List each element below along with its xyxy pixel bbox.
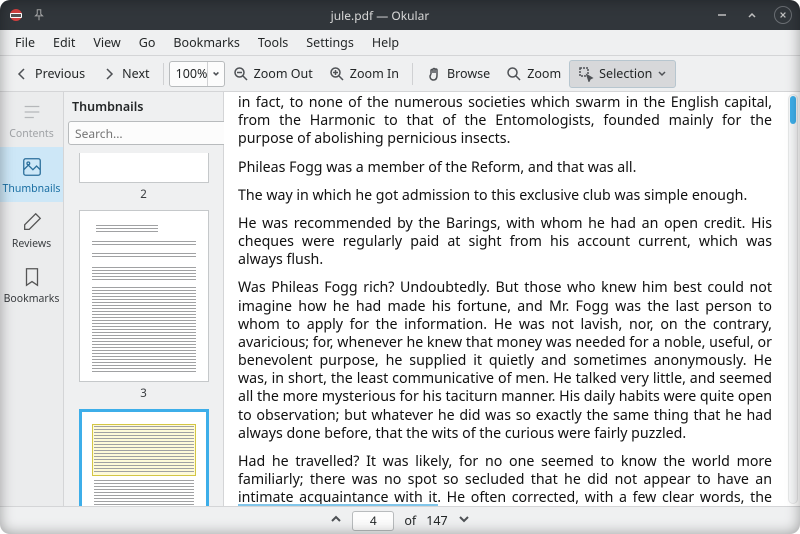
thumbnails-pane: Thumbnails 2 3 [64, 92, 224, 506]
thumbnail-page-2-number: 2 [70, 187, 217, 202]
thumbnail-page-2[interactable] [79, 153, 209, 183]
previous-label: Previous [35, 65, 85, 82]
reviews-label: Reviews [0, 237, 63, 251]
app-icon [8, 7, 24, 23]
next-label: Next [122, 65, 149, 82]
browse-label: Browse [447, 65, 490, 82]
page-navigation-bar: 4 of 147 [0, 506, 800, 534]
document-view[interactable]: in fact, to none of the numerous societi… [224, 92, 800, 506]
selection-icon [578, 66, 594, 82]
zoom-tool-label: Zoom [527, 65, 561, 82]
chevron-right-icon [101, 66, 117, 82]
close-button[interactable] [774, 6, 792, 24]
page-total: 147 [426, 512, 447, 529]
zoom-in-icon [329, 66, 345, 82]
menubar: File Edit View Go Bookmarks Tools Settin… [0, 30, 800, 56]
chevron-left-icon [14, 66, 30, 82]
bookmark-icon [20, 265, 44, 289]
chevron-down-icon [657, 66, 667, 82]
browse-button[interactable]: Browse [418, 60, 498, 88]
zoom-in-label: Zoom In [350, 65, 399, 82]
sidebar-tab-contents: Contents [0, 92, 63, 147]
scrollbar-thumb[interactable] [790, 96, 796, 124]
toolbar: Previous Next 100% Zoom Out Zoom In Brow… [0, 56, 800, 92]
pin-icon[interactable] [32, 8, 46, 22]
thumbnails-pane-title: Thumbnails [64, 92, 223, 121]
menu-help[interactable]: Help [363, 31, 408, 54]
sidebar-tab-bookmarks[interactable]: Bookmarks [0, 257, 63, 312]
zoom-value: 100% [176, 65, 208, 82]
reviews-icon [20, 210, 44, 234]
scrollbar-track[interactable] [788, 94, 798, 504]
sidebar-tab-reviews[interactable]: Reviews [0, 202, 63, 257]
contents-label: Contents [0, 127, 63, 141]
vertical-scrollbar[interactable] [788, 94, 798, 504]
paragraph: The way in which he got admission to thi… [238, 187, 772, 205]
selection-button[interactable]: Selection [569, 60, 676, 88]
previous-button[interactable]: Previous [6, 60, 93, 88]
menu-tools[interactable]: Tools [249, 31, 297, 54]
zoom-level-field[interactable]: 100% [169, 61, 225, 87]
toolbar-separator [412, 63, 413, 85]
bookmarks-label: Bookmarks [0, 292, 63, 306]
thumbnail-page-4[interactable] [79, 409, 209, 506]
thumbnails-label: Thumbnails [0, 182, 63, 196]
thumbnail-list[interactable]: 2 3 [64, 151, 223, 506]
page-up-button[interactable] [330, 512, 342, 529]
zoom-out-label: Zoom Out [254, 65, 313, 82]
next-button[interactable]: Next [93, 60, 157, 88]
paragraph: Had he travelled? It was likely, for no … [238, 453, 772, 506]
page-number-field[interactable]: 4 [352, 511, 394, 531]
maximize-button[interactable] [744, 7, 760, 23]
window-title: jule.pdf — Okular [46, 7, 714, 24]
zoom-tool-icon [506, 66, 522, 82]
menu-bookmarks[interactable]: Bookmarks [164, 31, 248, 54]
selection-label: Selection [599, 65, 652, 82]
paragraph: Was Phileas Fogg rich? Undoubtedly. But … [238, 279, 772, 443]
zoom-out-button[interactable]: Zoom Out [225, 60, 321, 88]
paragraph: He was recommended by the Barings, with … [238, 215, 772, 270]
menu-settings[interactable]: Settings [297, 31, 363, 54]
paragraph: Phileas Fogg was a member of the Reform,… [238, 159, 772, 177]
page-down-button[interactable] [458, 512, 470, 529]
page-of-label: of [404, 512, 416, 529]
main-area: Contents Thumbnails Reviews Bookmarks Th… [0, 92, 800, 506]
zoom-out-icon [233, 66, 249, 82]
zoom-tool-button[interactable]: Zoom [498, 60, 569, 88]
hand-icon [426, 66, 442, 82]
sidebar-tab-thumbnails[interactable]: Thumbnails [0, 147, 63, 202]
menu-view[interactable]: View [84, 31, 129, 54]
toolbar-separator [163, 63, 164, 85]
thumbnails-icon [20, 155, 44, 179]
minimize-button[interactable] [714, 7, 730, 23]
paragraph: in fact, to none of the numerous societi… [238, 94, 772, 149]
page-bottom-indicator [238, 504, 438, 506]
chevron-down-icon[interactable] [207, 62, 223, 86]
menu-file[interactable]: File [6, 31, 44, 54]
zoom-in-button[interactable]: Zoom In [321, 60, 407, 88]
document-content[interactable]: in fact, to none of the numerous societi… [224, 92, 786, 506]
sidebar-tabs: Contents Thumbnails Reviews Bookmarks [0, 92, 64, 506]
thumbnail-page-3-number: 3 [70, 386, 217, 401]
titlebar: jule.pdf — Okular [0, 0, 800, 30]
contents-icon [20, 100, 44, 124]
menu-go[interactable]: Go [130, 31, 165, 54]
thumbnail-page-3[interactable] [79, 210, 209, 382]
menu-edit[interactable]: Edit [44, 31, 84, 54]
